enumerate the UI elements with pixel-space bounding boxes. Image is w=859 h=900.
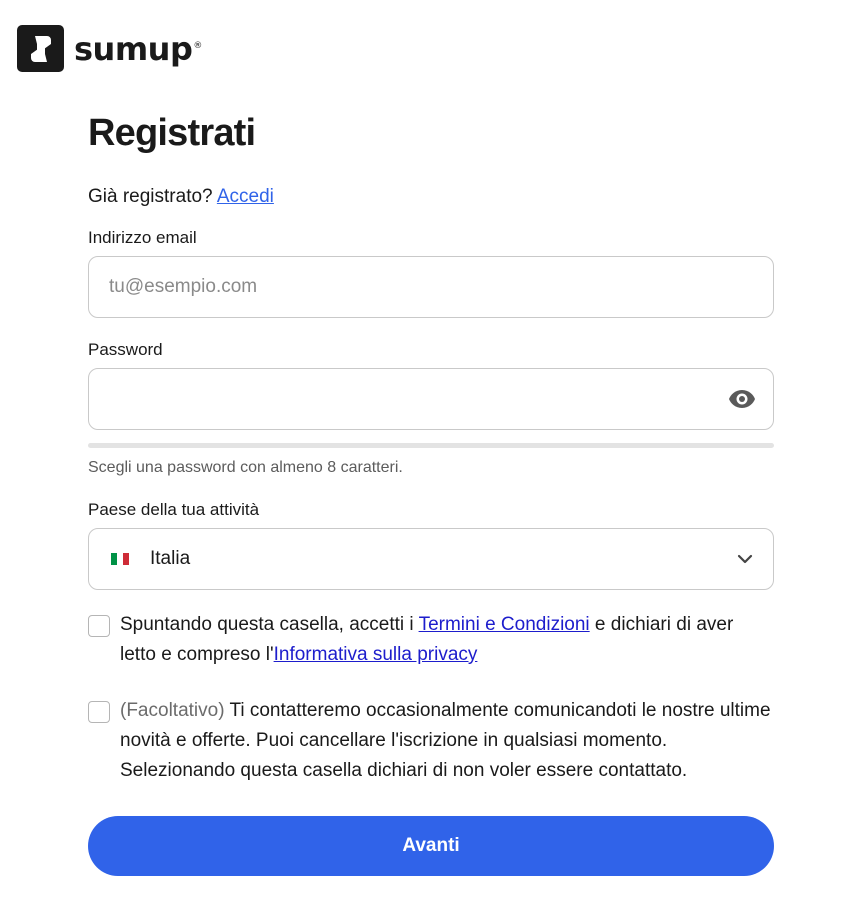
country-value: Italia (150, 548, 191, 569)
chevron-down-icon (737, 554, 753, 564)
sumup-logo[interactable]: sumup® (17, 25, 202, 72)
terms-link[interactable]: Termini e Condizioni (419, 614, 590, 635)
brand-name: sumup® (74, 29, 202, 68)
terms-checkbox[interactable] (88, 615, 110, 637)
optional-tag: (Facoltativo) (120, 700, 225, 721)
email-placeholder: tu@esempio.com (109, 276, 258, 297)
signup-page: sumup® Registrati Già registrato? Accedi… (0, 0, 859, 900)
page-title: Registrati (88, 112, 256, 154)
submit-button[interactable]: Avanti (88, 816, 774, 876)
password-field[interactable] (88, 368, 774, 430)
marketing-text: (Facoltativo) Ti contatteremo occasional… (120, 700, 771, 781)
signin-row: Già registrato? Accedi (88, 186, 774, 208)
privacy-link[interactable]: Informativa sulla privacy (274, 644, 478, 665)
signin-link[interactable]: Accedi (217, 186, 274, 207)
sumup-logo-icon (17, 25, 64, 72)
marketing-consent-row: (Facoltativo) Ti contatteremo occasional… (88, 700, 774, 786)
show-password-button[interactable] (727, 388, 757, 410)
country-select[interactable]: Italia (88, 528, 774, 590)
password-strength-bar (88, 443, 774, 448)
email-field[interactable]: tu@esempio.com (88, 256, 774, 318)
country-label: Paese della tua attività (88, 500, 260, 519)
eye-icon (729, 390, 755, 408)
it-flag-icon (111, 553, 129, 565)
password-label: Password (88, 340, 163, 359)
terms-consent-row: Spuntando questa casella, accetti i Term… (88, 614, 774, 670)
signup-form: Registrati Già registrato? Accedi Indiri… (88, 110, 774, 876)
signin-prompt: Già registrato? (88, 186, 213, 207)
marketing-checkbox[interactable] (88, 701, 110, 723)
terms-text: Spuntando questa casella, accetti i Term… (120, 614, 734, 665)
email-label: Indirizzo email (88, 228, 197, 247)
password-hint: Scegli una password con almeno 8 caratte… (88, 459, 403, 476)
